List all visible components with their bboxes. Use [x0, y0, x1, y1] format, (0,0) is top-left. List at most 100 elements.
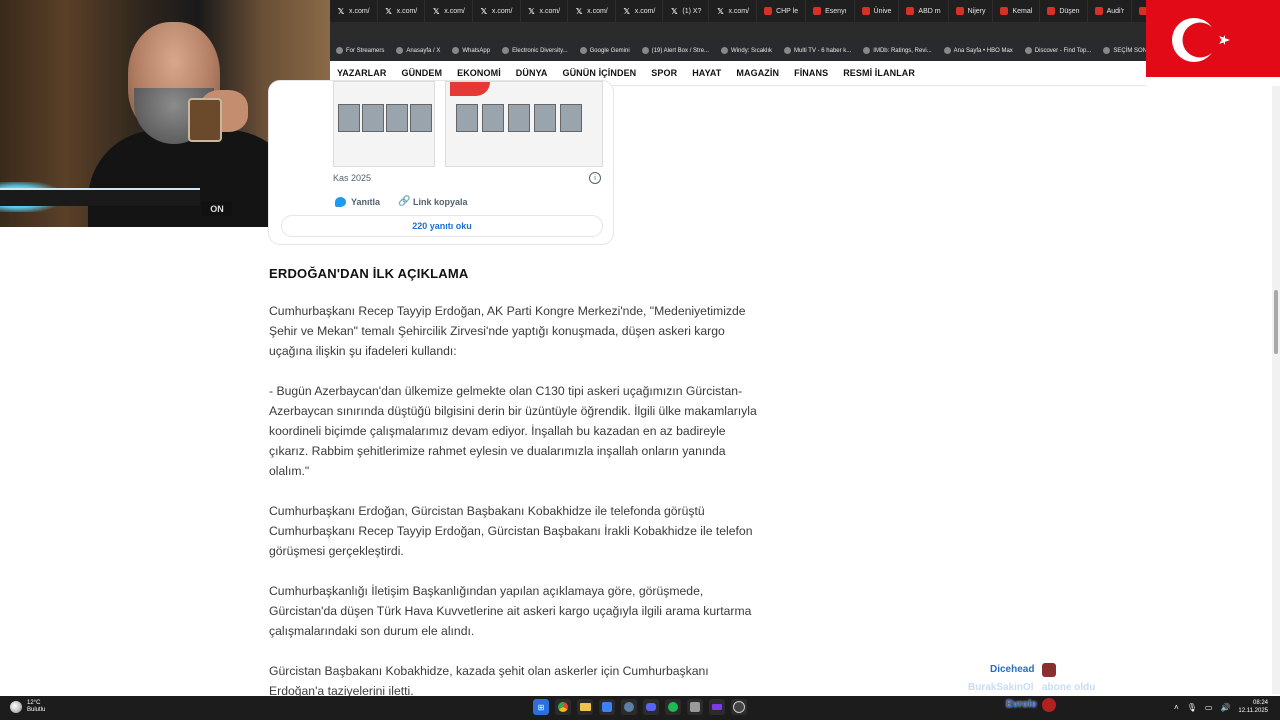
browser-tab[interactable]: Düşen	[1040, 0, 1088, 22]
bookmark-icon	[452, 47, 460, 54]
article-paragraph: Cumhurbaşkanı Recep Tayyip Erdoğan, AK P…	[269, 304, 746, 358]
nav-item[interactable]: EKONOMİ	[450, 68, 509, 78]
reply-button[interactable]: Yanıtla	[335, 197, 380, 207]
scrollbar-thumb[interactable]	[1274, 290, 1278, 354]
app-icon-purple[interactable]	[709, 699, 725, 715]
nav-item[interactable]: MAGAZİN	[729, 68, 787, 78]
overlay-follower-2: BurakSakinOl	[968, 682, 1034, 693]
browser-tab-label: Audi'r	[1106, 7, 1125, 15]
nav-item[interactable]: GÜNÜN İÇİNDEN	[555, 68, 644, 78]
bookmark-icon	[641, 47, 649, 54]
browser-tab[interactable]: 𝕏x.com/	[378, 0, 426, 22]
browser-tab-label: Esenyı	[825, 7, 847, 15]
browser-tab-label: x.com/	[728, 7, 750, 15]
bookmark-label: (19) Alert Box / Stre...	[651, 47, 710, 54]
browser-tab-label: Düşen	[1059, 7, 1080, 15]
bookmark-item[interactable]: Electronic Diversity...	[496, 47, 574, 54]
bookmark-item[interactable]: WhatsApp	[446, 47, 496, 54]
discord-icon[interactable]	[643, 699, 659, 715]
browser-tab[interactable]: Esenyı	[806, 0, 855, 22]
tweet-image-left[interactable]	[333, 81, 435, 167]
browser-tab[interactable]: 𝕏x.com/	[568, 0, 616, 22]
weather-widget[interactable]: 12°C Bulutlu	[10, 700, 45, 714]
network-icon[interactable]: ▭	[1205, 703, 1213, 712]
windows-start-icon[interactable]: ⊞	[533, 699, 549, 715]
app-icon-gray[interactable]	[687, 699, 703, 715]
browser-tab[interactable]: CHP le	[757, 0, 807, 22]
bookmark-label: Electronic Diversity...	[512, 47, 568, 54]
x-logo-icon: 𝕏	[385, 6, 392, 16]
nav-item[interactable]: RESMİ İLANLAR	[836, 68, 923, 78]
person-body	[88, 130, 298, 227]
bookmark-item[interactable]: Windy: Sıcaklık	[715, 47, 778, 54]
copy-link-button[interactable]: 🔗 Link kopyala	[398, 197, 468, 208]
bookmark-item[interactable]: Anasayfa / X	[390, 47, 446, 54]
bookmark-item[interactable]: SEÇİM SONUÇLARI...	[1097, 47, 1150, 54]
bookmark-label: SEÇİM SONUÇLARI...	[1113, 47, 1150, 54]
tweet-images[interactable]	[333, 81, 605, 167]
bookmark-item[interactable]: Multi TV - 6 haber k...	[778, 47, 857, 54]
bookmark-item[interactable]: For Streamers	[330, 47, 390, 54]
nav-item[interactable]: SPOR	[644, 68, 685, 78]
browser-tab[interactable]: 𝕏x.com/	[616, 0, 664, 22]
page-scrollbar[interactable]	[1272, 86, 1280, 694]
steam-icon[interactable]	[621, 699, 637, 715]
nav-item[interactable]: HAYAT	[685, 68, 729, 78]
file-explorer-icon[interactable]	[577, 699, 593, 715]
mic-icon[interactable]: 🎙	[1187, 703, 1197, 712]
bookmark-item[interactable]: IMDb: Ratings, Revi...	[857, 47, 937, 54]
clock[interactable]: 08:24 12.11.2025	[1238, 699, 1268, 715]
browser-tab-label: x.com/	[396, 7, 418, 15]
nav-item[interactable]: FİNANS	[787, 68, 836, 78]
obs-icon[interactable]	[731, 699, 747, 715]
browser-tab-bar: 𝕏x.com/𝕏x.com/𝕏x.com/𝕏x.com/𝕏x.com/𝕏x.co…	[330, 0, 1150, 22]
browser-tab[interactable]: Kemal	[993, 0, 1041, 22]
browser-tab[interactable]: 𝕏x.com/	[521, 0, 569, 22]
chrome-icon[interactable]	[555, 699, 571, 715]
browser-tab[interactable]: Nijery	[949, 0, 994, 22]
browser-tab[interactable]: Audi'r	[1088, 0, 1133, 22]
bookmark-icon	[863, 47, 871, 54]
browser-tab-label: ABD m	[918, 7, 941, 15]
nav-item[interactable]: DÜNYA	[509, 68, 556, 78]
nav-item[interactable]: YAZARLAR	[330, 68, 394, 78]
site-favicon-icon	[813, 7, 822, 15]
spotify-icon[interactable]	[665, 699, 681, 715]
volume-icon[interactable]: 🔊	[1220, 703, 1230, 712]
article-body: ERDOĞAN'DAN İLK AÇIKLAMA Cumhurbaşkanı R…	[269, 262, 759, 721]
chevron-up-icon[interactable]: ˄	[1174, 703, 1179, 712]
x-logo-icon: 𝕏	[671, 6, 678, 16]
browser-tab[interactable]: 𝕏 (1) X?	[663, 0, 710, 22]
embedded-tweet: Kas 2025 i Yanıtla 🔗 Link kopyala 220 ya…	[268, 80, 614, 245]
clock-time: 08:24	[1252, 700, 1268, 706]
browser-tab-label: x.com/	[539, 7, 561, 15]
browser-tab[interactable]: 𝕏x.com/	[330, 0, 378, 22]
bookmark-item[interactable]: Google Gemini	[574, 47, 636, 54]
info-icon[interactable]: i	[589, 172, 601, 184]
browser-tab[interactable]: 𝕏x.com/	[425, 0, 473, 22]
app-icon-blue[interactable]	[599, 699, 615, 715]
browser-tab[interactable]: 𝕏x.com/	[473, 0, 521, 22]
site-favicon-icon	[906, 7, 915, 15]
bookmark-item[interactable]: (19) Alert Box / Stre...	[636, 47, 715, 54]
bookmark-icon	[1024, 47, 1032, 54]
tweet-date: Kas 2025	[333, 173, 372, 183]
x-logo-icon: 𝕏	[337, 6, 345, 16]
overlay-follower-1: Dicehead	[990, 664, 1035, 675]
x-logo-icon: 𝕏	[623, 6, 630, 16]
bookmarks-bar: For Streamers Anasayfa / X WhatsApp Electro…	[330, 40, 1150, 61]
read-replies-button[interactable]: 220 yanıtı oku	[281, 215, 603, 237]
site-favicon-icon	[1094, 7, 1103, 15]
bookmark-item[interactable]: Discover - Find Top...	[1019, 47, 1098, 54]
browser-tab[interactable]: 𝕏x.com/	[709, 0, 758, 22]
browser-tab[interactable]: ABD m	[899, 0, 949, 22]
browser-tab[interactable]: Ünive	[855, 0, 900, 22]
bookmark-label: Windy: Sıcaklık	[731, 47, 773, 54]
bookmark-item[interactable]: Ana Sayfa • HBO Max	[938, 47, 1019, 54]
site-favicon-icon	[861, 7, 870, 15]
bookmark-icon	[579, 47, 587, 54]
nav-item[interactable]: GÜNDEM	[394, 68, 450, 78]
tweet-image-right[interactable]	[445, 81, 603, 167]
browser-tab-label: Kemal	[1012, 7, 1033, 15]
site-favicon-icon	[955, 7, 964, 15]
